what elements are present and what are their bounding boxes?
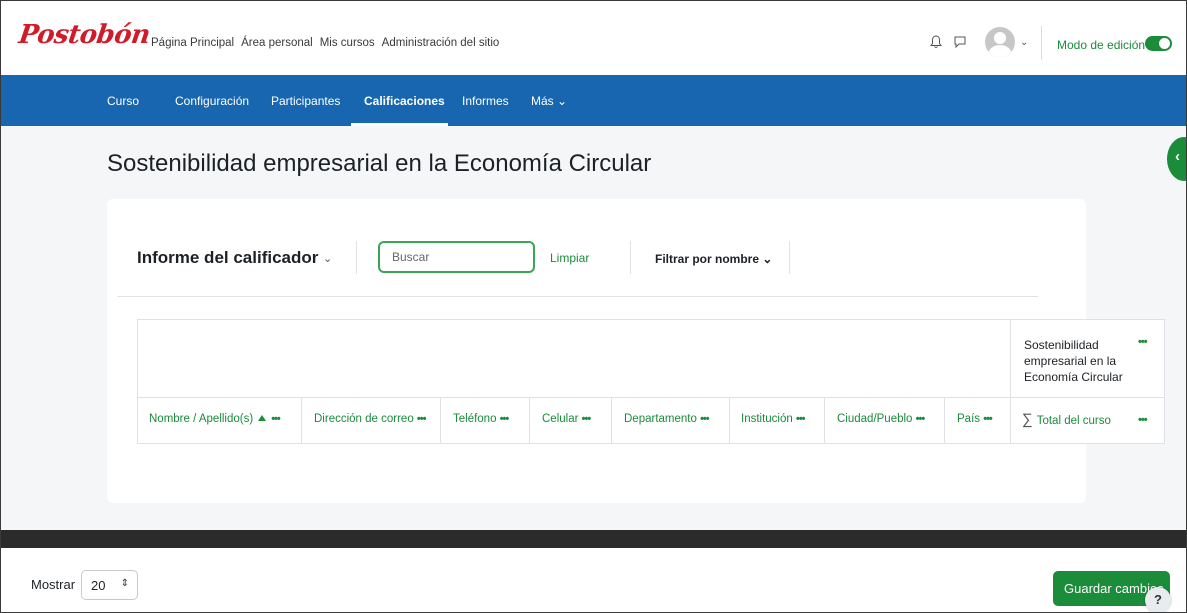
select-arrows-icon: ⇕ — [120, 578, 129, 589]
top-navbar: Postobón Página Principal Área personal … — [0, 0, 1187, 75]
column-header-phone: Teléfono ••• — [453, 413, 510, 425]
toolbar-divider — [789, 241, 790, 274]
help-icon[interactable]: ? — [1145, 587, 1171, 613]
column-divider — [944, 397, 945, 444]
sort-by-phone-link[interactable]: Teléfono — [453, 413, 496, 425]
column-actions-menu-icon[interactable]: ••• — [700, 413, 710, 425]
sticky-footer — [0, 548, 1187, 613]
column-actions-menu-icon[interactable]: ••• — [582, 413, 592, 425]
sort-by-mobile-link[interactable]: Celular — [542, 413, 578, 425]
column-divider — [824, 397, 825, 444]
column-divider — [529, 397, 530, 444]
report-selector-chevron-icon[interactable]: ⌄ — [323, 252, 332, 265]
column-header-department: Departamento ••• — [624, 413, 710, 425]
notifications-bell-icon[interactable] — [930, 35, 942, 49]
nav-dashboard[interactable]: Área personal — [241, 37, 313, 49]
nav-my-courses[interactable]: Mis cursos — [320, 37, 375, 49]
tab-participants[interactable]: Participantes — [271, 94, 340, 108]
column-header-institution: Institución ••• — [741, 413, 805, 425]
filter-by-name-dropdown[interactable]: Filtrar por nombre ⌄ — [655, 252, 772, 266]
sort-by-name-link[interactable]: Nombre / Apellido(s) — [149, 413, 253, 425]
column-actions-menu-icon[interactable]: ••• — [1138, 414, 1148, 426]
user-menu-chevron-icon[interactable]: ⌄ — [1020, 37, 1028, 48]
nav-site-admin[interactable]: Administración del sitio — [382, 37, 500, 49]
column-actions-menu-icon[interactable]: ••• — [417, 413, 427, 425]
column-actions-menu-icon[interactable]: ••• — [271, 413, 281, 425]
column-header-course-total: ∑ Total del curso — [1022, 411, 1111, 428]
course-secondary-navigation: Curso Configuración Participantes Califi… — [0, 75, 1187, 126]
tab-grades[interactable]: Calificaciones — [364, 94, 445, 108]
header-divider — [1041, 26, 1042, 60]
per-page-select[interactable]: 20 ⇕ — [81, 570, 138, 600]
nav-home[interactable]: Página Principal — [151, 37, 234, 49]
column-divider — [1010, 319, 1011, 444]
user-avatar[interactable] — [985, 27, 1015, 57]
sort-by-country-link[interactable]: País — [957, 413, 980, 425]
column-header-name: Nombre / Apellido(s) ••• — [149, 413, 281, 425]
column-actions-menu-icon[interactable]: ••• — [983, 413, 993, 425]
sort-by-city-link[interactable]: Ciudad/Pueblo — [837, 413, 912, 425]
toolbar-divider — [630, 241, 631, 274]
clear-search-link[interactable]: Limpiar — [550, 251, 589, 265]
tab-more[interactable]: Más ⌄ — [531, 94, 567, 108]
column-actions-menu-icon[interactable]: ••• — [916, 413, 926, 425]
sort-ascending-icon — [258, 415, 267, 421]
toolbar-bottom-rule — [117, 296, 1038, 297]
page-footer-band — [0, 530, 1187, 548]
page-title: Sostenibilidad empresarial en la Economí… — [107, 150, 652, 177]
site-logo[interactable]: Postobón — [17, 20, 152, 50]
edit-mode-label: Modo de edición — [1057, 38, 1146, 52]
search-input[interactable] — [378, 241, 535, 273]
sort-by-department-link[interactable]: Departamento — [624, 413, 697, 425]
sigma-icon: ∑ — [1022, 411, 1033, 428]
messages-chat-icon[interactable] — [954, 36, 966, 48]
column-divider — [440, 397, 441, 444]
per-page-value: 20 — [91, 578, 106, 593]
column-actions-menu-icon[interactable]: ••• — [796, 413, 806, 425]
column-header-email: Dirección de correo ••• — [314, 413, 427, 425]
show-per-page-label: Mostrar — [31, 577, 76, 592]
tab-course[interactable]: Curso — [107, 94, 139, 108]
category-actions-menu-icon[interactable]: ••• — [1138, 336, 1148, 348]
course-total-link[interactable]: Total del curso — [1037, 415, 1111, 427]
grade-category-title: Sostenibilidad empresarial en la Economí… — [1024, 338, 1123, 384]
column-header-country: País ••• — [957, 413, 993, 425]
column-header-mobile: Celular ••• — [542, 413, 592, 425]
column-divider — [729, 397, 730, 444]
sort-by-institution-link[interactable]: Institución — [741, 413, 793, 425]
chevron-left-icon: ‹ — [1175, 148, 1180, 165]
column-divider — [611, 397, 612, 444]
primary-navigation: Página Principal Área personal Mis curso… — [151, 37, 499, 49]
sort-by-email-link[interactable]: Dirección de correo — [314, 413, 414, 425]
tab-settings[interactable]: Configuración — [175, 94, 249, 108]
column-actions-menu-icon[interactable]: ••• — [500, 413, 510, 425]
column-header-city: Ciudad/Pueblo ••• — [837, 413, 926, 425]
tab-reports[interactable]: Informes — [462, 94, 509, 108]
report-selector-title[interactable]: Informe del calificador — [137, 248, 318, 268]
toolbar-divider — [356, 241, 357, 274]
edit-mode-toggle[interactable] — [1145, 36, 1172, 51]
column-divider — [301, 397, 302, 444]
